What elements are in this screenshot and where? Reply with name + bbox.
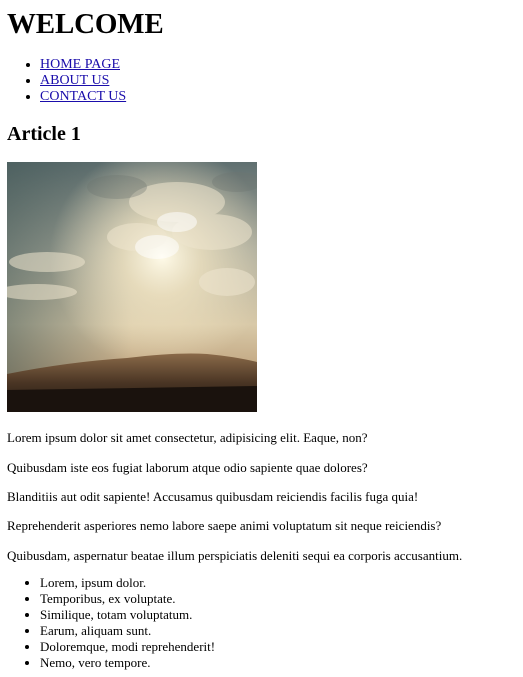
article-paragraph-2: Quibusdam iste eos fugiat laborum atque … bbox=[7, 460, 368, 475]
list-item: Nemo, vero tempore. bbox=[40, 655, 215, 671]
list-item: Temporibus, ex voluptate. bbox=[40, 591, 215, 607]
article-list: Lorem, ipsum dolor. Temporibus, ex volup… bbox=[0, 575, 215, 671]
nav-item-home: HOME PAGE bbox=[40, 57, 126, 73]
article-paragraph-3: Blanditiis aut odit sapiente! Accusamus … bbox=[7, 489, 419, 504]
list-item: Doloremque, modi reprehenderit! bbox=[40, 639, 215, 655]
page: WELCOME HOME PAGE ABOUT US CONTACT US Ar… bbox=[0, 0, 523, 677]
list-item: Lorem, ipsum dolor. bbox=[40, 575, 215, 591]
nav-item-about: ABOUT US bbox=[40, 73, 126, 89]
article-title: Article 1 bbox=[7, 123, 81, 145]
list-item: Earum, aliquam sunt. bbox=[40, 623, 215, 639]
article-paragraph-4: Reprehenderit asperiores nemo labore sae… bbox=[7, 518, 442, 533]
main-nav: HOME PAGE ABOUT US CONTACT US bbox=[0, 57, 126, 105]
page-title: WELCOME bbox=[7, 8, 164, 40]
article-image bbox=[7, 162, 257, 412]
nav-link-contact[interactable]: CONTACT US bbox=[40, 89, 126, 104]
nav-link-home[interactable]: HOME PAGE bbox=[40, 57, 120, 72]
article-paragraph-1: Lorem ipsum dolor sit amet consectetur, … bbox=[7, 430, 368, 445]
article-paragraph-5: Quibusdam, aspernatur beatae illum persp… bbox=[7, 548, 463, 563]
list-item: Similique, totam voluptatum. bbox=[40, 607, 215, 623]
nav-link-about[interactable]: ABOUT US bbox=[40, 73, 109, 88]
nav-item-contact: CONTACT US bbox=[40, 89, 126, 105]
